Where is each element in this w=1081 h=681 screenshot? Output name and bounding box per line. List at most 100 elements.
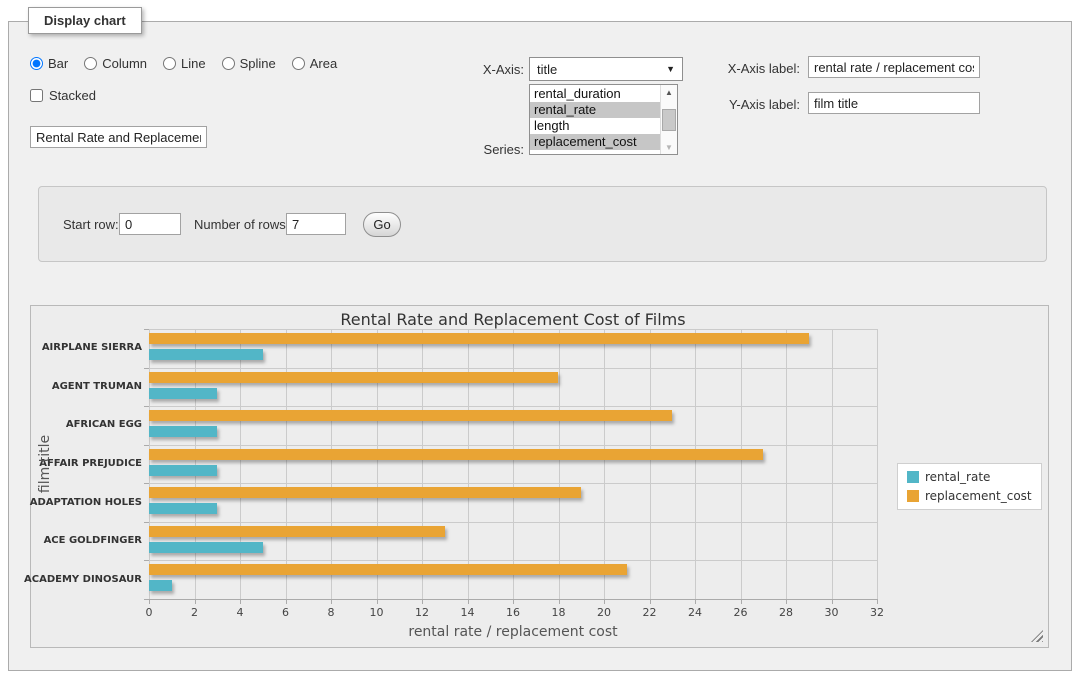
x-gridline (832, 329, 833, 599)
bar-replacement_cost[interactable] (149, 564, 627, 575)
legend-swatch-replacement_cost (907, 490, 919, 502)
x-axis-title: rental rate / replacement cost (149, 624, 877, 640)
y-gridline (149, 483, 877, 484)
resize-handle-icon[interactable] (1031, 630, 1043, 642)
x-axis-label-input[interactable] (808, 56, 980, 78)
x-tick-label: 8 (328, 606, 335, 619)
series-option-rental-duration[interactable]: rental_duration (530, 86, 660, 102)
bar-replacement_cost[interactable] (149, 449, 763, 460)
radio-spline-label: Spline (240, 56, 276, 71)
chart-legend: rental_rate replacement_cost (897, 463, 1042, 510)
start-row-label: Start row: (63, 217, 119, 232)
y-gridline (149, 445, 877, 446)
legend-item-replacement_cost[interactable]: replacement_cost (907, 489, 1032, 503)
bar-rental_rate[interactable] (149, 580, 172, 591)
bar-replacement_cost[interactable] (149, 333, 809, 344)
x-axis-select[interactable]: title ▼ (529, 57, 683, 81)
bar-replacement_cost[interactable] (149, 526, 445, 537)
plot-area: 02468101214161820222426283032AIRPLANE SI… (149, 329, 877, 599)
stacked-label: Stacked (49, 88, 96, 103)
y-tickmark (144, 483, 149, 484)
x-tick-label: 0 (146, 606, 153, 619)
legend-swatch-rental_rate (907, 471, 919, 483)
series-option-rental-rate[interactable]: rental_rate (530, 102, 660, 118)
radio-line[interactable] (163, 57, 176, 70)
x-gridline (650, 329, 651, 599)
bar-replacement_cost[interactable] (149, 410, 672, 421)
go-button[interactable]: Go (363, 212, 401, 237)
x-gridline (331, 329, 332, 599)
radio-bar[interactable] (30, 57, 43, 70)
bar-rental_rate[interactable] (149, 426, 217, 437)
x-gridline (741, 329, 742, 599)
bar-rental_rate[interactable] (149, 349, 263, 360)
chart-type-radio-group: Bar Column Line Spline Area (30, 56, 337, 71)
x-axis-caption: X-Axis: (430, 62, 524, 77)
series-option-replacement-cost[interactable]: replacement_cost (530, 134, 660, 150)
radio-column-label: Column (102, 56, 147, 71)
category-label: AGENT TRUMAN (52, 381, 142, 392)
scroll-down-icon[interactable]: ▼ (661, 140, 677, 154)
y-tickmark (144, 522, 149, 523)
series-option-length[interactable]: length (530, 118, 660, 134)
x-tick-label: 32 (870, 606, 884, 619)
scroll-up-icon[interactable]: ▲ (661, 85, 677, 99)
x-gridline (786, 329, 787, 599)
num-rows-input[interactable] (286, 213, 346, 235)
x-gridline (240, 329, 241, 599)
x-tickmark (877, 599, 878, 604)
x-gridline (377, 329, 378, 599)
scrollbar-thumb[interactable] (662, 109, 676, 131)
x-axis-selected-value: title (537, 62, 557, 77)
x-tick-label: 16 (506, 606, 520, 619)
series-scrollbar[interactable]: ▲ ▼ (660, 85, 677, 154)
y-tickmark (144, 368, 149, 369)
y-tickmark (144, 599, 149, 600)
x-tick-label: 10 (370, 606, 384, 619)
x-gridline (286, 329, 287, 599)
bar-replacement_cost[interactable] (149, 487, 581, 498)
bar-replacement_cost[interactable] (149, 372, 558, 383)
scrollbar-track[interactable] (661, 99, 677, 140)
series-caption: Series: (430, 142, 524, 157)
y-tickmark (144, 406, 149, 407)
legend-label: rental_rate (925, 470, 990, 484)
series-options: rental_duration rental_rate length repla… (530, 85, 660, 154)
bar-rental_rate[interactable] (149, 542, 263, 553)
stacked-checkbox[interactable] (30, 89, 43, 102)
legend-item-rental_rate[interactable]: rental_rate (907, 470, 1032, 484)
chart-title: Rental Rate and Replacement Cost of Film… (149, 310, 877, 329)
x-axis-label-caption: X-Axis label: (698, 61, 800, 76)
chart-container: Rental Rate and Replacement Cost of Film… (30, 305, 1049, 648)
radio-column[interactable] (84, 57, 97, 70)
bar-rental_rate[interactable] (149, 388, 217, 399)
series-multiselect[interactable]: rental_duration rental_rate length repla… (529, 84, 678, 155)
stacked-row: Stacked (30, 88, 96, 103)
chart-title-input[interactable] (30, 126, 207, 148)
radio-spline[interactable] (222, 57, 235, 70)
y-tickmark (144, 329, 149, 330)
x-tick-label: 24 (688, 606, 702, 619)
x-gridline (422, 329, 423, 599)
y-axis-label-caption: Y-Axis label: (698, 97, 800, 112)
bar-rental_rate[interactable] (149, 503, 217, 514)
y-tickmark (144, 560, 149, 561)
x-gridline (468, 329, 469, 599)
y-gridline (149, 560, 877, 561)
x-tick-label: 18 (552, 606, 566, 619)
page: Display chart Bar Column Line Spline Are… (0, 0, 1081, 681)
x-tick-label: 6 (282, 606, 289, 619)
y-axis-label-input[interactable] (808, 92, 980, 114)
row-params-panel: Start row: Number of rows: Go (38, 186, 1047, 262)
x-gridline (513, 329, 514, 599)
num-rows-label: Number of rows: (194, 217, 289, 232)
radio-area-label: Area (310, 56, 337, 71)
start-row-input[interactable] (119, 213, 181, 235)
x-gridline (877, 329, 878, 599)
bar-rental_rate[interactable] (149, 465, 217, 476)
x-tick-label: 26 (734, 606, 748, 619)
x-tick-label: 30 (825, 606, 839, 619)
category-label: ACADEMY DINOSAUR (24, 574, 142, 585)
radio-area[interactable] (292, 57, 305, 70)
y-gridline (149, 522, 877, 523)
